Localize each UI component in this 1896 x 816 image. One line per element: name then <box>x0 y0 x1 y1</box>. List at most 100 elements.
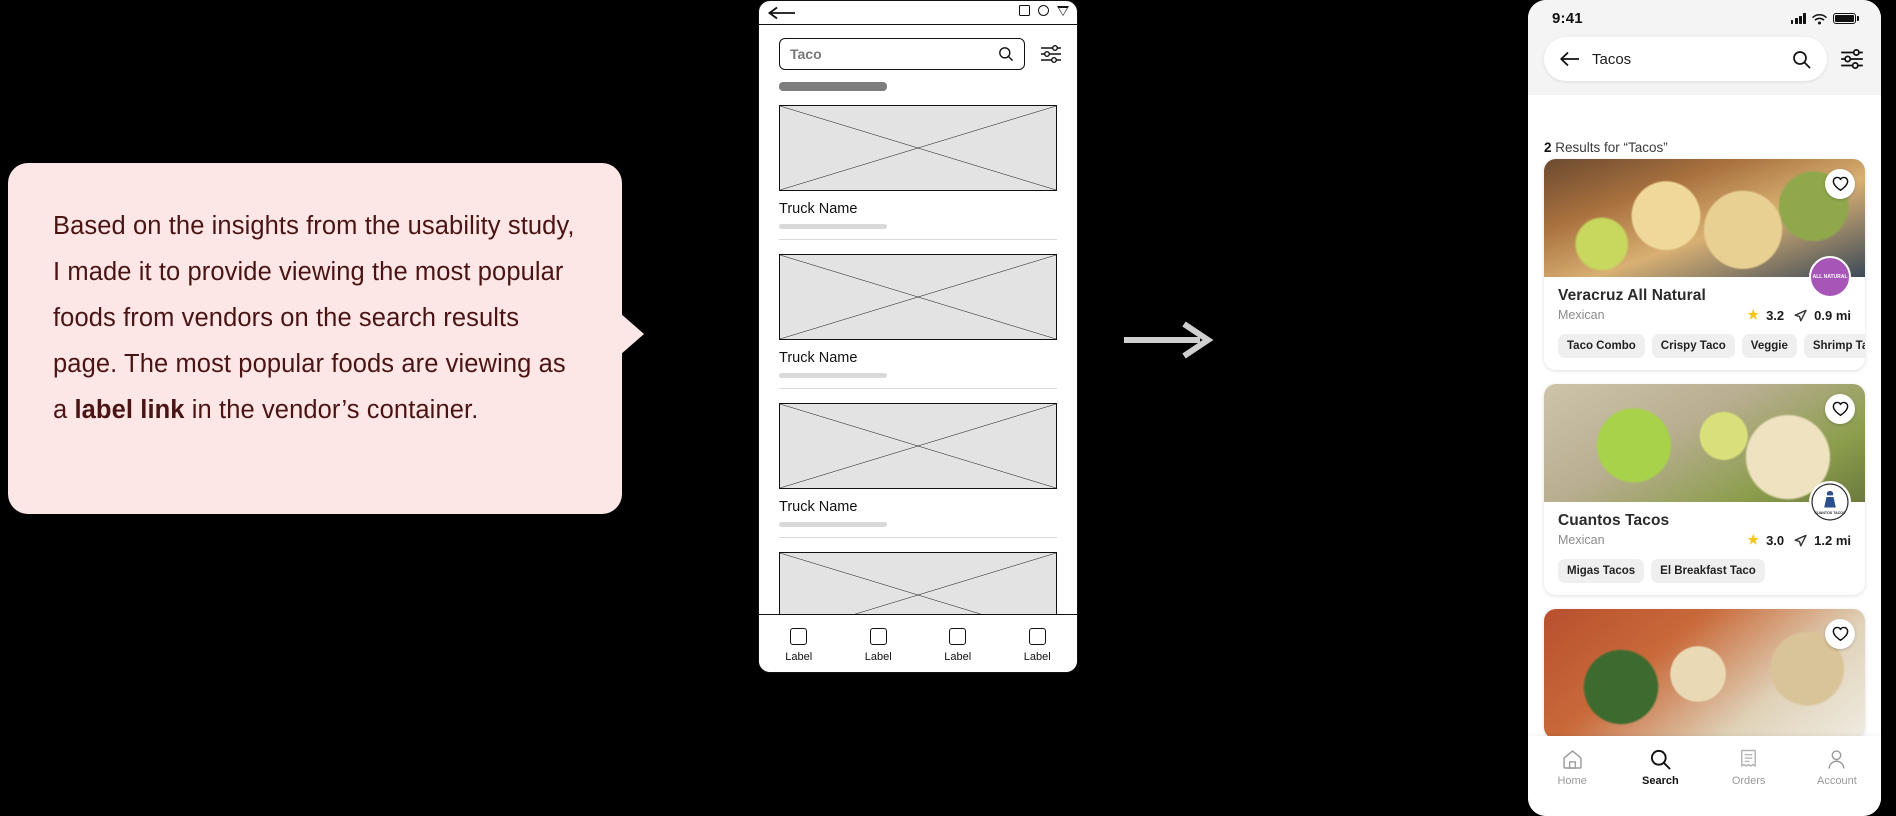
wireframe-tab-label: Label <box>1023 651 1051 663</box>
search-results-list[interactable]: 2 Results for “Tacos” ALL NATURAL Veracr… <box>1528 128 1881 736</box>
callout-text-emphasis: label link <box>74 396 185 424</box>
arrow-left-icon[interactable] <box>767 6 797 20</box>
vendor-distance: 0.9 mi <box>1814 307 1851 323</box>
square-icon <box>1028 628 1046 645</box>
search-icon[interactable] <box>1792 50 1811 69</box>
battery-full-icon <box>1833 13 1859 24</box>
wireframe-list-item[interactable]: Truck Name <box>779 403 1057 527</box>
wireframe-content: Taco Truck Name Truck Name Truck Name <box>759 25 1077 614</box>
tab-label: Account <box>1817 775 1857 787</box>
wireframe-tab-4[interactable]: Label <box>1024 628 1051 663</box>
wifi-icon <box>1812 13 1827 24</box>
status-time: 9:41 <box>1552 10 1583 27</box>
sliders-icon[interactable] <box>1039 42 1063 66</box>
wireframe-tab-3[interactable]: Label <box>944 628 971 663</box>
tab-label: Home <box>1557 775 1587 787</box>
vendor-card[interactable]: CUANTOS TACOS Cuantos Tacos Mexican ★ 3.… <box>1544 384 1865 595</box>
wireframe-image-placeholder <box>779 403 1057 489</box>
vendor-name: Veracruz All Natural <box>1558 287 1706 304</box>
popular-food-labels: Taco Combo Crispy Taco Veggie Shrimp Tac… <box>1558 334 1865 358</box>
home-icon <box>1562 750 1582 769</box>
triangle-down-icon[interactable] <box>1057 5 1069 16</box>
status-bar: 9:41 <box>1528 8 1881 37</box>
food-label-link[interactable]: Taco Combo <box>1558 334 1645 358</box>
wireframe-search-value: Taco <box>790 46 822 62</box>
vendor-card[interactable] <box>1544 609 1865 736</box>
food-label-link[interactable]: Migas Tacos <box>1558 559 1645 583</box>
heart-outline-icon[interactable] <box>1825 169 1855 199</box>
divider <box>779 537 1057 538</box>
wireframe-filter-chip-placeholder[interactable] <box>779 82 887 91</box>
heart-outline-icon[interactable] <box>1825 394 1855 424</box>
food-label-link[interactable]: Crispy Taco <box>1651 334 1735 358</box>
arrow-left-icon[interactable] <box>1560 51 1580 67</box>
annotation-callout-text: Based on the insights from the usability… <box>53 203 582 433</box>
tab-account[interactable]: Account <box>1802 748 1872 787</box>
wireframe-image-placeholder <box>779 254 1057 340</box>
bottom-tabbar: Home Search Orders Account <box>1528 736 1881 816</box>
wireframe-tab-label: Label <box>785 651 813 663</box>
hifi-mockup: 9:41 Tacos 2 Results for “Tacos” ALL NAT… <box>1528 0 1881 816</box>
screenshot-canvas: Based on the insights from the usability… <box>0 0 1896 816</box>
annotation-callout-tail <box>620 313 644 355</box>
tab-home[interactable]: Home <box>1537 748 1607 787</box>
wireframe-list-item[interactable] <box>779 552 1057 614</box>
wireframe-tab-2[interactable]: Label <box>865 628 892 663</box>
wireframe-window-controls[interactable] <box>1019 5 1069 16</box>
square-icon[interactable] <box>1019 5 1030 16</box>
vendor-rating-distance: ★ 3.0 1.2 mi <box>1747 532 1851 548</box>
results-count-label: 2 Results for “Tacos” <box>1528 128 1881 159</box>
vendor-meta-row: Mexican ★ 3.2 0.9 mi <box>1558 307 1851 323</box>
food-label-link[interactable]: Shrimp Taco <box>1803 334 1865 358</box>
heart-outline-icon[interactable] <box>1825 619 1855 649</box>
cellular-bars-icon <box>1790 13 1806 24</box>
callout-text-part-3: in the vendor’s container. <box>184 396 479 424</box>
vendor-rating: 3.2 <box>1766 307 1785 323</box>
search-icon[interactable] <box>998 46 1014 62</box>
hifi-header: 9:41 Tacos <box>1528 0 1881 95</box>
tab-search[interactable]: Search <box>1625 748 1695 787</box>
food-label-link[interactable]: El Breakfast Taco <box>1651 559 1765 583</box>
wireframe-list-item[interactable]: Truck Name <box>779 105 1057 229</box>
status-icons <box>1790 13 1859 25</box>
wireframe-item-subtitle-placeholder <box>779 373 887 378</box>
wireframe-tab-label: Label <box>944 651 972 663</box>
hifi-search-bar[interactable]: Tacos <box>1544 37 1827 81</box>
vendor-photo: CUANTOS TACOS <box>1544 384 1865 523</box>
tab-orders[interactable]: Orders <box>1714 748 1784 787</box>
vendor-card[interactable]: ALL NATURAL Veracruz All Natural Mexican… <box>1544 159 1865 370</box>
receipt-icon <box>1741 749 1757 767</box>
square-icon <box>949 628 967 645</box>
annotation-callout: Based on the insights from the usability… <box>8 163 622 514</box>
square-icon <box>869 628 887 645</box>
divider <box>779 239 1057 240</box>
vendor-rating: 3.0 <box>1766 532 1785 548</box>
wireframe-titlebar <box>759 1 1077 25</box>
tab-label: Search <box>1642 775 1679 787</box>
wireframe-item-title: Truck Name <box>779 499 858 515</box>
wireframe-tabbar: Label Label Label Label <box>759 614 1077 672</box>
results-count-text: Results for “Tacos” <box>1551 140 1668 155</box>
hifi-search-row: Tacos <box>1528 37 1881 81</box>
vendor-logo-text: CUANTOS TACOS <box>1814 511 1846 515</box>
wireframe-search-row: Taco <box>759 25 1077 70</box>
navigation-arrow-icon <box>1794 309 1807 321</box>
star-icon: ★ <box>1747 307 1760 322</box>
vendor-meta-row: Mexican ★ 3.0 1.2 mi <box>1558 532 1851 548</box>
hifi-search-value[interactable]: Tacos <box>1592 51 1780 68</box>
wireframe-list-item[interactable]: Truck Name <box>779 254 1057 378</box>
wireframe-tab-1[interactable]: Label <box>785 628 812 663</box>
wireframe-search-input[interactable]: Taco <box>779 38 1025 70</box>
search-icon <box>1650 749 1671 770</box>
food-label-link[interactable]: Veggie <box>1741 334 1797 358</box>
vendor-cuisine: Mexican <box>1558 533 1605 547</box>
circle-icon[interactable] <box>1038 5 1049 16</box>
sliders-icon[interactable] <box>1839 46 1865 72</box>
vendor-photo <box>1544 609 1865 736</box>
vendor-cuisine: Mexican <box>1558 308 1605 322</box>
vendor-logo: CUANTOS TACOS <box>1809 481 1851 523</box>
star-icon: ★ <box>1747 532 1760 547</box>
navigation-arrow-icon <box>1794 534 1807 546</box>
person-icon <box>1828 750 1845 769</box>
wireframe-item-subtitle-placeholder <box>779 522 887 527</box>
